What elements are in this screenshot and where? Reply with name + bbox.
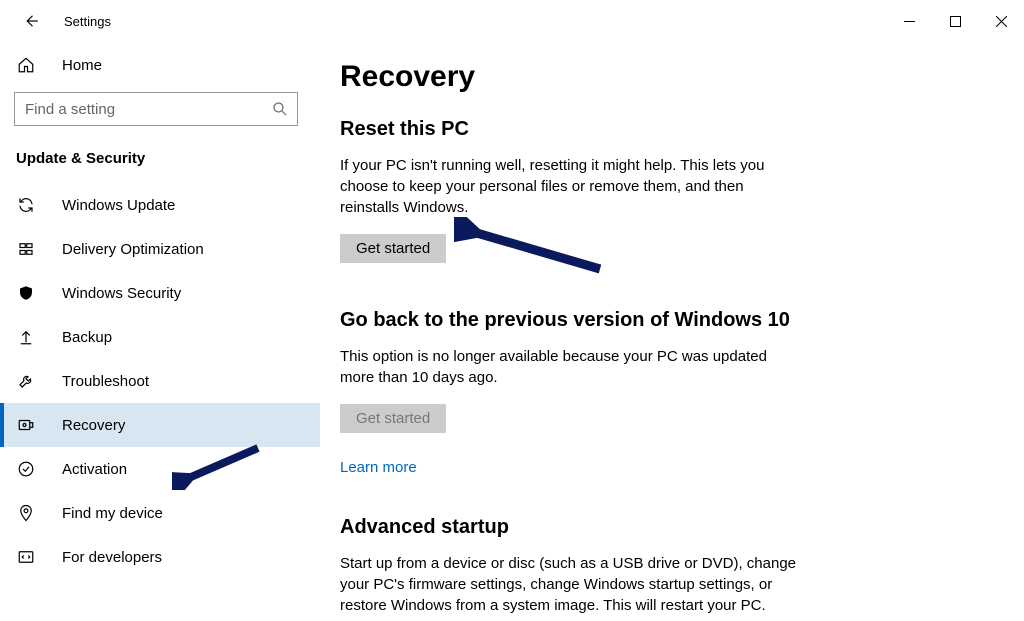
- reset-description: If your PC isn't running well, resetting…: [340, 155, 800, 218]
- shield-icon: [16, 284, 36, 302]
- close-icon: [996, 16, 1007, 27]
- goback-description: This option is no longer available becau…: [340, 346, 800, 388]
- nav-label: Recovery: [62, 417, 125, 434]
- delivery-icon: [16, 240, 36, 258]
- nav-backup[interactable]: Backup: [0, 315, 320, 359]
- upload-icon: [16, 328, 36, 346]
- maximize-button[interactable]: [932, 0, 978, 42]
- nav-home[interactable]: Home: [0, 44, 320, 86]
- page-title: Recovery: [340, 60, 1004, 94]
- nav-label: For developers: [62, 549, 162, 566]
- nav-label: Windows Security: [62, 285, 181, 302]
- goback-heading: Go back to the previous version of Windo…: [340, 309, 1004, 332]
- search-input[interactable]: [25, 101, 271, 118]
- advanced-heading: Advanced startup: [340, 516, 1004, 539]
- nav-activation[interactable]: Activation: [0, 447, 320, 491]
- minimize-icon: [904, 16, 915, 27]
- check-circle-icon: [16, 460, 36, 478]
- sidebar-section-title: Update & Security: [0, 132, 320, 173]
- nav-label: Windows Update: [62, 197, 175, 214]
- nav-delivery-optimization[interactable]: Delivery Optimization: [0, 227, 320, 271]
- maximize-icon: [950, 16, 961, 27]
- nav-label: Troubleshoot: [62, 373, 149, 390]
- reset-get-started-button[interactable]: Get started: [340, 234, 446, 263]
- nav-recovery[interactable]: Recovery: [0, 403, 320, 447]
- nav-label: Backup: [62, 329, 112, 346]
- back-button[interactable]: [14, 4, 48, 38]
- search-box[interactable]: [14, 92, 298, 126]
- nav-label: Activation: [62, 461, 127, 478]
- recovery-icon: [16, 416, 36, 434]
- titlebar: Settings: [0, 0, 1024, 42]
- goback-get-started-button: Get started: [340, 404, 446, 433]
- content-area: Recovery Reset this PC If your PC isn't …: [320, 42, 1024, 621]
- nav-label: Delivery Optimization: [62, 241, 204, 258]
- nav-windows-update[interactable]: Windows Update: [0, 183, 320, 227]
- minimize-button[interactable]: [886, 0, 932, 42]
- learn-more-link[interactable]: Learn more: [340, 459, 417, 476]
- search-icon: [271, 100, 289, 118]
- location-icon: [16, 504, 36, 522]
- advanced-description: Start up from a device or disc (such as …: [340, 553, 800, 616]
- sync-icon: [16, 196, 36, 214]
- arrow-left-icon: [22, 12, 40, 30]
- wrench-icon: [16, 372, 36, 390]
- close-button[interactable]: [978, 0, 1024, 42]
- nav-for-developers[interactable]: For developers: [0, 535, 320, 579]
- sidebar: Home Update & Security Windows Update: [0, 42, 320, 621]
- code-icon: [16, 548, 36, 566]
- nav-list: Windows Update Delivery Optimization Win…: [0, 173, 320, 579]
- home-icon: [16, 56, 36, 74]
- nav-windows-security[interactable]: Windows Security: [0, 271, 320, 315]
- window-controls: [886, 0, 1024, 42]
- nav-find-my-device[interactable]: Find my device: [0, 491, 320, 535]
- nav-troubleshoot[interactable]: Troubleshoot: [0, 359, 320, 403]
- window-title: Settings: [64, 14, 111, 29]
- nav-home-label: Home: [62, 57, 102, 74]
- reset-heading: Reset this PC: [340, 118, 1004, 141]
- nav-label: Find my device: [62, 505, 163, 522]
